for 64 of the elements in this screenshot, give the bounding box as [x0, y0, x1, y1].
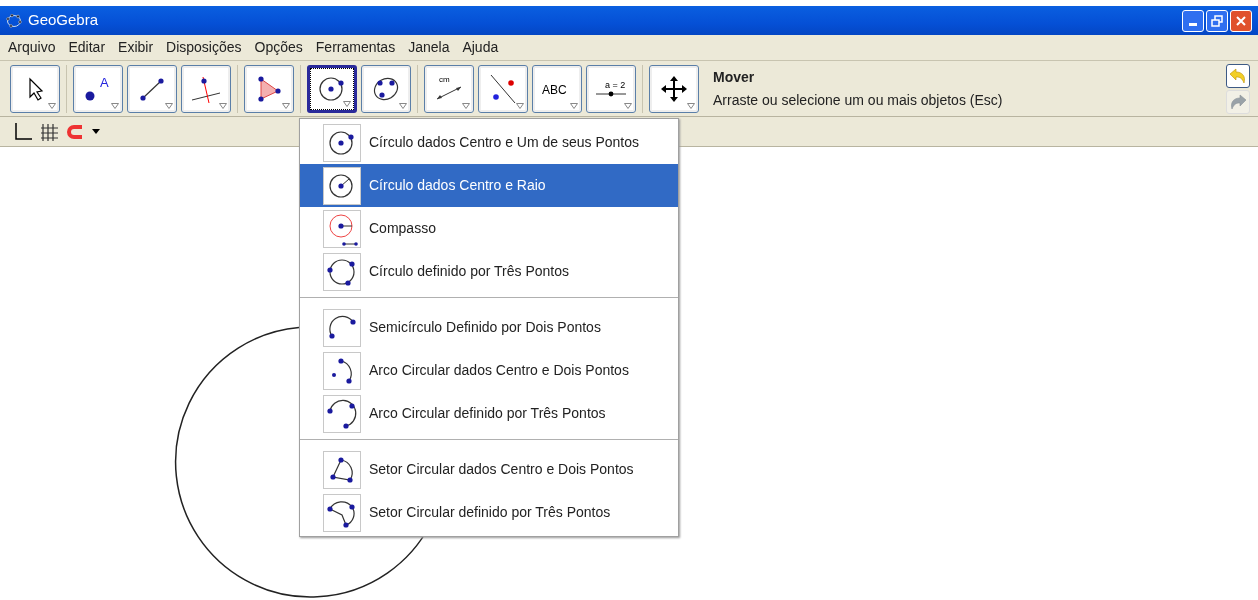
tool-button[interactable]: A — [73, 64, 123, 113]
menu-item[interactable]: Disposições — [166, 37, 242, 58]
dropdown-triangle-icon — [624, 102, 632, 109]
arc-icon — [323, 351, 361, 390]
undo-arrow-icon — [1229, 67, 1247, 84]
restore-button[interactable] — [1206, 9, 1228, 32]
tool-description: Arraste ou selecione um ou mais objetos (Esc) — [713, 90, 1003, 110]
text-icon: ABC — [539, 70, 575, 107]
tool-button[interactable] — [649, 64, 699, 113]
dropdown-triangle-icon — [399, 102, 407, 109]
minimize-button[interactable] — [1182, 9, 1204, 32]
arc-icon — [323, 394, 361, 433]
dropdown-triangle-icon — [343, 100, 351, 107]
dropdown-triangle-icon — [570, 102, 578, 109]
dropdown-item[interactable]: Círculo dados Centro e Raio — [300, 164, 678, 207]
dropdown-item[interactable]: Semicírculo Definido por Dois Pontos — [300, 306, 678, 349]
menu-item[interactable]: Ajuda — [462, 37, 499, 58]
dropdown-item[interactable]: Círculo dados Centro e Um de seus Pontos — [300, 121, 678, 164]
tool-name: Mover — [713, 67, 756, 87]
dropdown-triangle-icon — [48, 102, 56, 109]
menu-item[interactable]: Ferramentas — [315, 37, 396, 58]
app-logo-icon — [6, 13, 22, 28]
dropdown-item[interactable]: Setor Circular definido por Três Pontos — [300, 491, 678, 534]
undo-button[interactable] — [1226, 63, 1250, 88]
restore-icon — [1211, 14, 1223, 27]
caret-icon[interactable] — [92, 128, 100, 135]
tool-button[interactable] — [307, 64, 357, 113]
tool-button[interactable] — [361, 64, 411, 113]
dropdown-item[interactable]: Setor Circular dados Centro e Dois Pontos — [300, 448, 678, 491]
menu-item[interactable]: Arquivo — [8, 37, 56, 58]
close-icon — [1235, 14, 1247, 27]
redo-arrow-icon — [1229, 93, 1247, 110]
dropdown-triangle-icon — [111, 102, 119, 109]
sector-icon — [323, 493, 361, 532]
tool-button[interactable] — [127, 64, 177, 113]
circle-radius-icon — [323, 166, 361, 205]
dropdown-item[interactable]: Círculo definido por Três Pontos — [300, 250, 678, 293]
dropdown-triangle-icon — [219, 102, 227, 109]
axes-icon — [12, 122, 32, 141]
dropdown-item[interactable]: Arco Circular definido por Três Pontos — [300, 392, 678, 435]
dropdown-triangle-icon — [687, 102, 695, 109]
circle-three-points-icon — [323, 252, 361, 291]
close-button[interactable] — [1230, 9, 1252, 32]
menu-item[interactable]: Editar — [68, 37, 106, 58]
grid-icon — [40, 122, 58, 141]
menu-item[interactable]: Exibir — [118, 37, 154, 58]
tool-button[interactable] — [244, 64, 294, 113]
compass-icon — [323, 209, 361, 248]
window-title: GeoGebra — [28, 10, 99, 31]
magnet-icon — [66, 123, 84, 140]
tool-button[interactable]: ABC — [532, 64, 582, 113]
tool-button[interactable]: cm — [424, 64, 474, 113]
dropdown-triangle-icon — [165, 102, 173, 109]
menu-item[interactable]: Janela — [408, 37, 450, 58]
dropdown-triangle-icon — [462, 102, 470, 109]
circle-point-icon — [323, 123, 361, 162]
semicircle-icon — [323, 308, 361, 347]
tool-button[interactable]: a = 2 — [586, 64, 636, 113]
menu-item[interactable]: Opções — [254, 37, 303, 58]
dropdown-triangle-icon — [516, 102, 524, 109]
dropdown-item[interactable]: Compasso — [300, 207, 678, 250]
dropdown-triangle-icon — [282, 102, 290, 109]
sector-icon — [323, 450, 361, 489]
dropdown-item[interactable]: Arco Circular dados Centro e Dois Pontos — [300, 349, 678, 392]
